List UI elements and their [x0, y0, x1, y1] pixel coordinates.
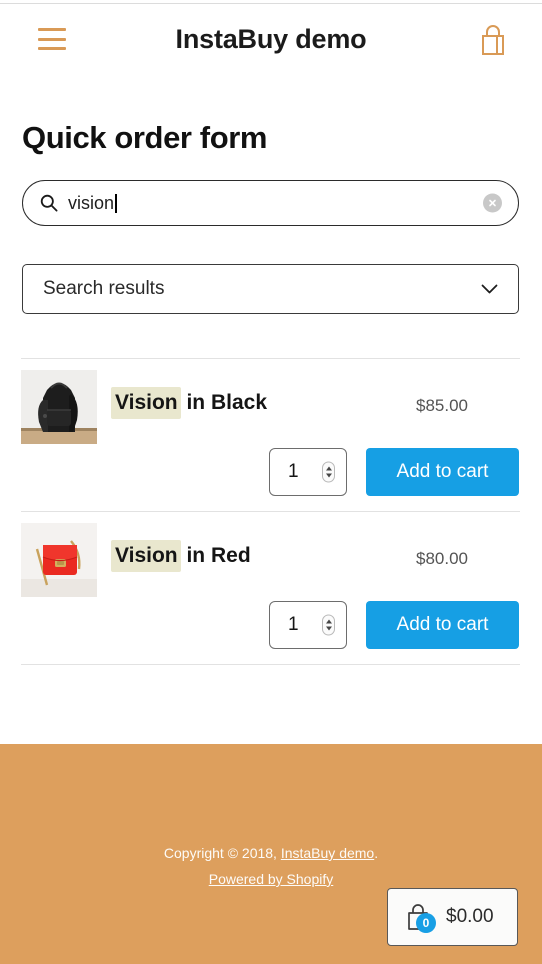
spinner-up-arrow[interactable]	[325, 466, 332, 471]
cart-icon-wrapper: 0	[404, 902, 436, 933]
add-to-cart-button[interactable]: Add to cart	[366, 448, 519, 496]
black-backpack-thumbnail	[21, 370, 97, 444]
spinner-up-arrow[interactable]	[325, 619, 332, 624]
product-price: $80.00	[416, 549, 468, 568]
floating-cart-widget[interactable]: 0 $0.00	[387, 888, 518, 946]
red-handbag-thumbnail	[21, 523, 97, 597]
add-to-cart-button[interactable]: Add to cart	[366, 601, 519, 649]
product-title: Vision in Red	[111, 540, 251, 572]
product-title: Vision in Black	[111, 387, 268, 419]
shopping-bag-glyph	[482, 25, 504, 55]
quantity-stepper[interactable]: 1	[269, 601, 347, 649]
product-thumbnail[interactable]	[21, 523, 97, 597]
product-price: $85.00	[416, 396, 468, 415]
search-icon	[40, 194, 58, 212]
spinner-down-arrow[interactable]	[325, 626, 332, 631]
list-divider	[21, 664, 520, 665]
product-title-rest: in Red	[180, 544, 251, 567]
quantity-value: 1	[288, 614, 299, 635]
product-title-highlight: Vision	[111, 540, 181, 572]
quantity-spinner-icon[interactable]	[322, 461, 335, 483]
table-row: Vision in Red $80.00 1 Add to cart	[21, 512, 520, 664]
quantity-value: 1	[288, 461, 299, 482]
copyright-suffix: .	[374, 845, 379, 861]
product-title-highlight: Vision	[111, 387, 181, 419]
close-icon	[489, 199, 496, 207]
page-title: Quick order form	[22, 120, 268, 155]
quantity-spinner-icon[interactable]	[322, 614, 335, 636]
clear-search-icon[interactable]	[483, 193, 502, 213]
spinner-down-arrow[interactable]	[325, 473, 332, 478]
search-results-dropdown[interactable]: Search results	[22, 264, 519, 314]
copyright-line: Copyright © 2018, InstaBuy demo.	[0, 845, 542, 861]
cart-total-amount: $0.00	[446, 906, 494, 927]
cart-count-badge: 0	[416, 913, 436, 933]
product-results-list: Vision in Black $85.00 1 Add to cart Vis…	[21, 358, 520, 665]
powered-by-line: Powered by Shopify	[0, 871, 542, 887]
product-title-rest: in Black	[180, 391, 268, 414]
site-header: InstaBuy demo	[0, 4, 542, 80]
copyright-prefix: Copyright © 2018,	[163, 845, 281, 861]
product-thumbnail[interactable]	[21, 370, 97, 444]
search-results-dropdown-label: Search results	[43, 278, 165, 299]
table-row: Vision in Black $85.00 1 Add to cart	[21, 359, 520, 511]
page-root: InstaBuy demo Quick order form vision Se…	[0, 0, 542, 964]
shop-link[interactable]: InstaBuy demo	[281, 845, 374, 861]
powered-by-shopify-link[interactable]: Powered by Shopify	[209, 871, 334, 887]
search-input-value: vision	[68, 192, 115, 213]
chevron-down-icon	[481, 284, 498, 294]
shopping-bag-icon[interactable]	[478, 24, 508, 57]
search-input[interactable]: vision	[22, 180, 519, 226]
quantity-stepper[interactable]: 1	[269, 448, 347, 496]
site-title: InstaBuy demo	[175, 24, 367, 54]
text-caret	[115, 193, 117, 213]
